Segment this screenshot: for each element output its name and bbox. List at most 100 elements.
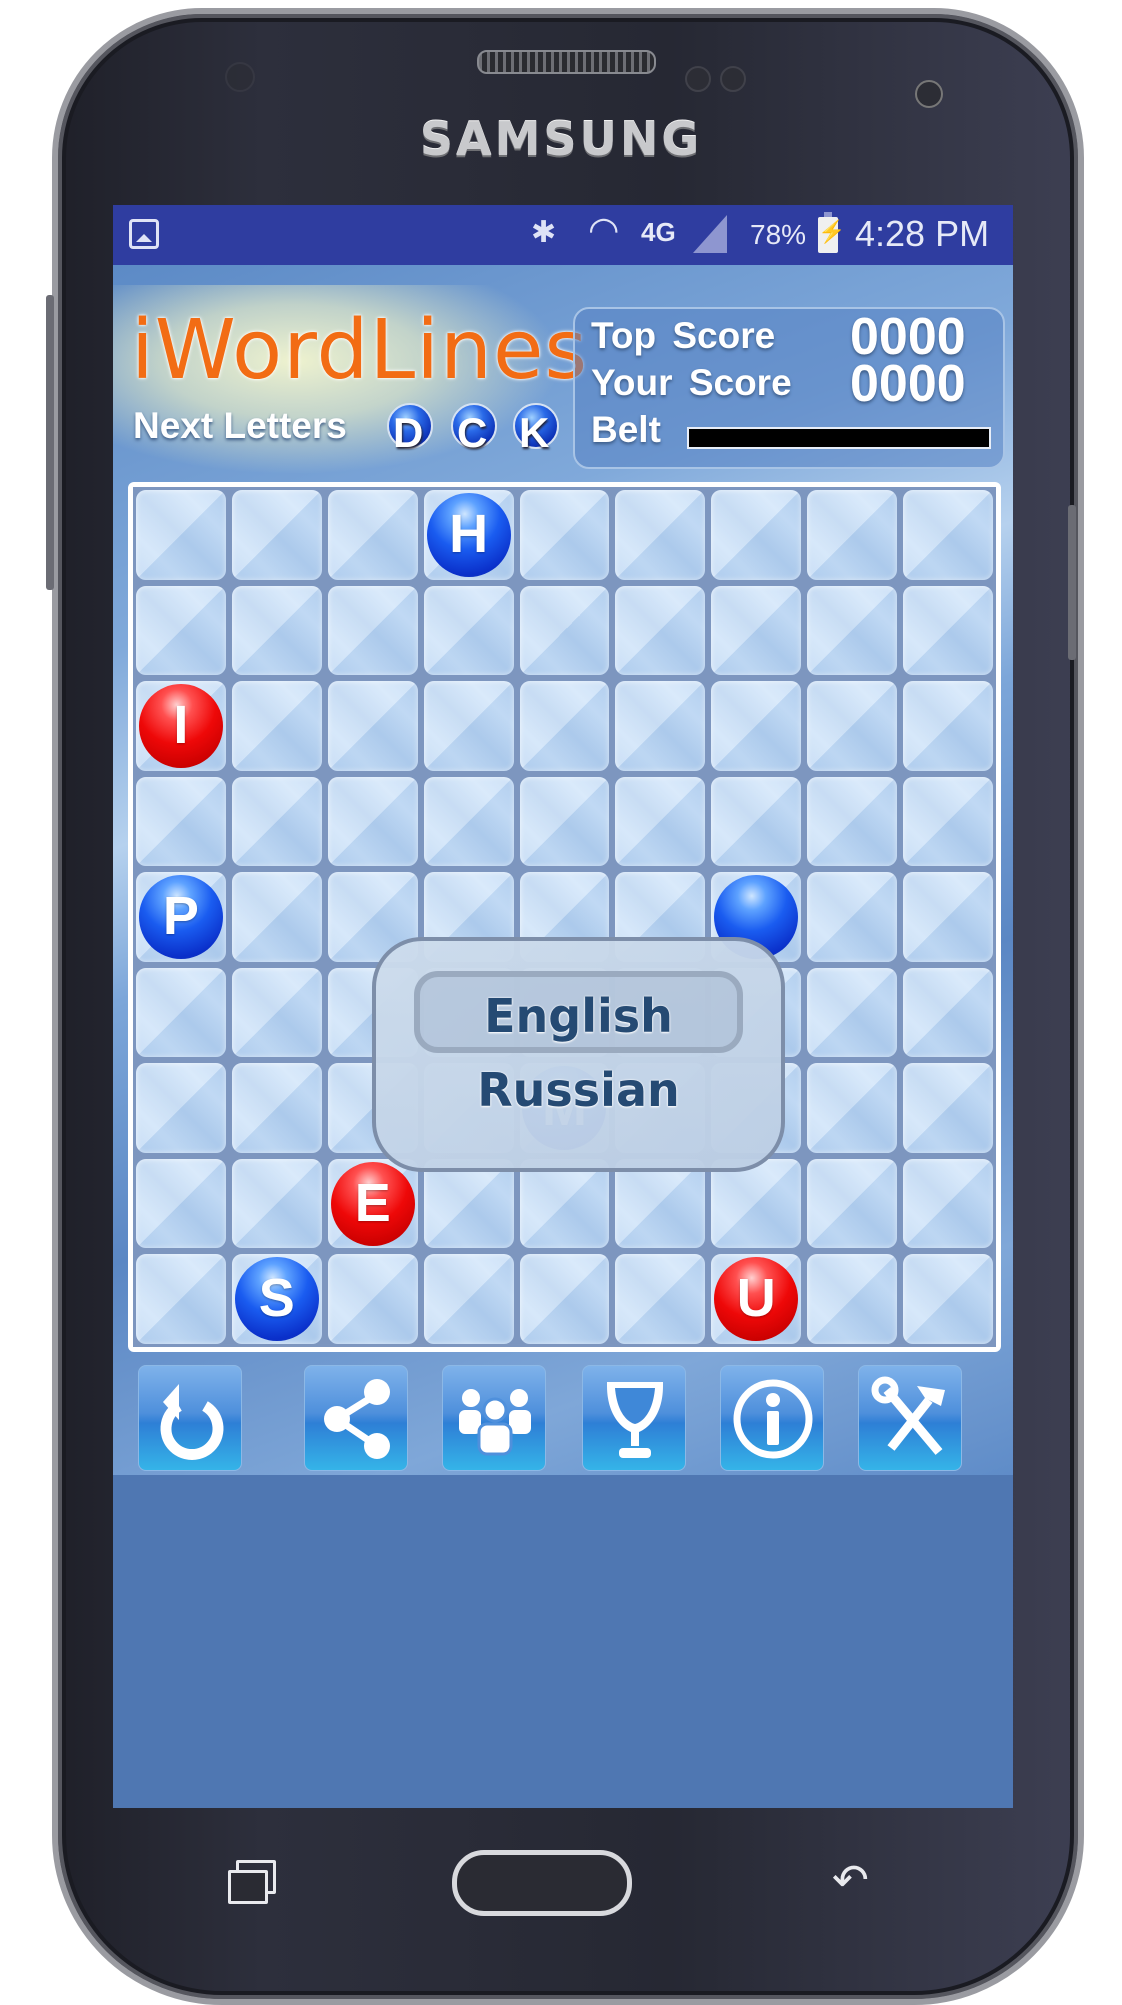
board-cell[interactable]: [134, 774, 228, 869]
tools-icon: [871, 1376, 945, 1455]
letter-ball[interactable]: U: [714, 1257, 799, 1342]
board-cell[interactable]: U: [709, 1252, 804, 1346]
signal-icon: [693, 215, 727, 253]
board-cell[interactable]: [613, 583, 708, 678]
language-dialog: English Russian: [372, 937, 785, 1172]
score-panel: Top Score 0000 Your Score 0000 Belt: [573, 307, 1005, 469]
board-cell[interactable]: [517, 1252, 612, 1346]
board-cell[interactable]: [134, 1252, 228, 1346]
letter-ball[interactable]: S: [234, 1257, 319, 1342]
board-cell[interactable]: [517, 583, 612, 678]
top-score-label: Top Score: [591, 315, 776, 356]
restart-button[interactable]: [138, 1365, 242, 1471]
board-cell[interactable]: [134, 1156, 228, 1251]
community-button[interactable]: [442, 1365, 546, 1471]
brand-logo: SAMSUNG: [419, 112, 703, 166]
belt-label: Belt: [591, 409, 661, 450]
board-cell[interactable]: [134, 488, 228, 582]
board-cell[interactable]: [421, 774, 516, 869]
board-cell[interactable]: [517, 488, 612, 582]
board-cell[interactable]: [325, 774, 420, 869]
board-cell[interactable]: [421, 679, 516, 773]
status-bar: ✱ ◠ 4G 78% 4:28 PM: [113, 205, 1013, 265]
board-cell[interactable]: [901, 488, 995, 582]
front-camera-2: [720, 66, 746, 92]
board-cell[interactable]: [805, 583, 900, 678]
board-cell[interactable]: [229, 583, 324, 678]
board-cell[interactable]: [901, 774, 995, 869]
board-cell[interactable]: [709, 679, 804, 773]
board-cell[interactable]: [901, 870, 995, 964]
board-cell[interactable]: [325, 679, 420, 773]
board-cell[interactable]: [901, 583, 995, 678]
board-cell[interactable]: [901, 1061, 995, 1155]
board-cell[interactable]: [325, 1252, 420, 1346]
bluetooth-icon: ✱: [531, 216, 557, 249]
your-score-label: Your Score: [591, 362, 792, 403]
board-cell[interactable]: [805, 1156, 900, 1251]
ball-letter: E: [354, 1172, 391, 1233]
toolbar: [113, 1352, 1013, 1475]
board-cell[interactable]: [134, 965, 228, 1060]
board-cell[interactable]: [709, 583, 804, 678]
board-cell[interactable]: E: [325, 1156, 420, 1251]
board-cell[interactable]: [901, 1252, 995, 1346]
board-cell[interactable]: [901, 679, 995, 773]
board-cell[interactable]: [805, 965, 900, 1060]
language-option-russian[interactable]: Russian: [376, 1063, 781, 1117]
board-cell[interactable]: [805, 679, 900, 773]
board-cell[interactable]: [325, 488, 420, 582]
board-cell[interactable]: [805, 488, 900, 582]
letter-ball[interactable]: P: [138, 874, 223, 959]
board-cell[interactable]: [613, 774, 708, 869]
settings-button[interactable]: [858, 1365, 962, 1471]
leaderboard-button[interactable]: [582, 1365, 686, 1471]
board-cell[interactable]: [805, 774, 900, 869]
board-cell[interactable]: [805, 1252, 900, 1346]
board-cell[interactable]: [229, 965, 324, 1060]
board-cell[interactable]: [229, 870, 324, 964]
board-cell[interactable]: [421, 583, 516, 678]
share-button[interactable]: [304, 1365, 408, 1471]
home-button[interactable]: [452, 1850, 632, 1916]
letter-ball[interactable]: E: [330, 1161, 415, 1246]
board-cell[interactable]: [517, 679, 612, 773]
board-cell[interactable]: [229, 774, 324, 869]
game-screen: iWordLines Next Letters D C K Top Score …: [113, 265, 1013, 1475]
board-cell[interactable]: [901, 1156, 995, 1251]
board-cell[interactable]: [709, 774, 804, 869]
board-cell[interactable]: [613, 488, 708, 582]
letter-ball[interactable]: H: [426, 492, 511, 577]
board-cell[interactable]: [805, 1061, 900, 1155]
battery-percent: 78%: [750, 219, 807, 250]
trophy-icon: [607, 1382, 663, 1458]
board-cell[interactable]: [709, 488, 804, 582]
recent-apps-button[interactable]: [228, 1860, 276, 1904]
board-cell[interactable]: [325, 583, 420, 678]
letter-ball[interactable]: I: [138, 683, 223, 768]
board-cell[interactable]: [229, 488, 324, 582]
board-cell[interactable]: [805, 870, 900, 964]
share-icon: [324, 1379, 390, 1459]
info-button[interactable]: [720, 1365, 824, 1471]
ball-letter: U: [736, 1268, 776, 1329]
board-cell[interactable]: P: [134, 870, 228, 964]
board-cell[interactable]: [613, 1252, 708, 1346]
board-cell[interactable]: [517, 774, 612, 869]
board-cell[interactable]: I: [134, 679, 228, 773]
language-option-english[interactable]: English: [414, 971, 743, 1053]
board-cell[interactable]: [901, 965, 995, 1060]
board-cell[interactable]: H: [421, 488, 516, 582]
back-button[interactable]: ↶: [832, 1855, 869, 1906]
board-cell[interactable]: [229, 679, 324, 773]
board-cell[interactable]: [421, 1252, 516, 1346]
empty-area: [113, 1475, 1013, 1808]
board-cell[interactable]: [229, 1061, 324, 1155]
board-cell[interactable]: [229, 1156, 324, 1251]
battery-icon: [818, 212, 845, 253]
board-cell[interactable]: [134, 583, 228, 678]
ball-letter: P: [162, 885, 199, 946]
board-cell[interactable]: [613, 679, 708, 773]
board-cell[interactable]: [134, 1061, 228, 1155]
board-cell[interactable]: S: [229, 1252, 324, 1346]
